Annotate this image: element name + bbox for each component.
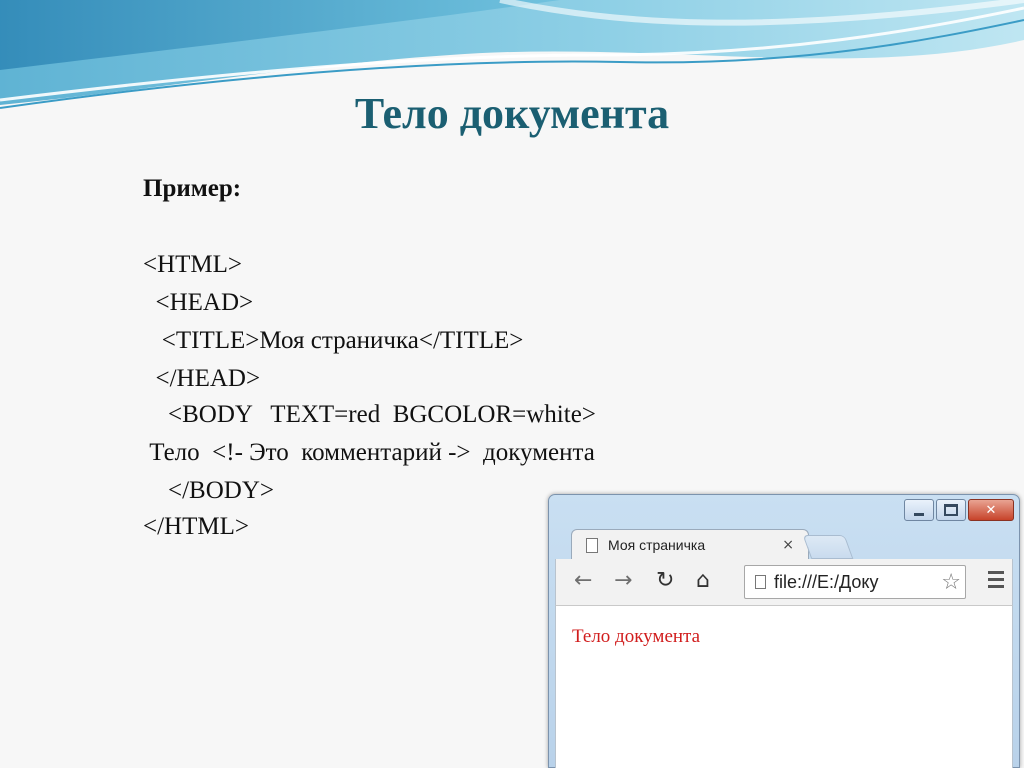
code-line: <BODY TEXT=red BGCOLOR=white> — [143, 401, 596, 428]
home-icon[interactable]: ⌂ — [696, 569, 710, 593]
page-body-text: Тело документа — [572, 626, 701, 647]
code-line: <TITLE>Моя страничка</TITLE> — [143, 327, 524, 354]
forward-arrow-icon[interactable]: → — [614, 569, 632, 593]
close-icon: ✕ — [985, 502, 997, 518]
minimize-button[interactable] — [904, 499, 934, 521]
maximize-button[interactable] — [936, 499, 966, 521]
address-text: file:///E:/Доку — [774, 571, 879, 592]
browser-toolbar: ← → ↻ ⌂ file:///E:/Доку ☆ — [555, 559, 1013, 605]
browser-window: ✕ Моя страничка × ← → ↻ ⌂ file:///E:/Док… — [548, 494, 1020, 768]
example-label: Пример: — [143, 175, 242, 202]
address-bar[interactable]: file:///E:/Доку ☆ — [744, 565, 966, 599]
reload-icon[interactable]: ↻ — [656, 569, 674, 593]
code-line: Тело <!- Это комментарий -> документа — [143, 439, 595, 466]
new-tab-button[interactable] — [802, 535, 854, 559]
maximize-icon — [944, 504, 958, 516]
code-line: </HEAD> — [143, 365, 261, 392]
menu-icon[interactable] — [988, 571, 1004, 592]
code-line: </BODY> — [143, 477, 274, 504]
slide-title: Тело документа — [354, 89, 670, 138]
code-line: <HTML> — [143, 251, 243, 278]
page-viewport: Тело документа — [555, 605, 1013, 768]
close-window-button[interactable]: ✕ — [968, 499, 1014, 521]
star-icon[interactable]: ☆ — [941, 570, 961, 595]
minimize-icon — [914, 512, 924, 516]
window-controls: ✕ — [902, 499, 1014, 521]
page-icon — [586, 537, 598, 553]
code-line: </HTML> — [143, 513, 249, 540]
tab-close-button[interactable]: × — [782, 537, 794, 553]
tab-active[interactable]: Моя страничка × — [571, 529, 809, 560]
page-icon — [755, 575, 766, 589]
code-line: <HEAD> — [143, 289, 254, 316]
back-arrow-icon[interactable]: ← — [574, 569, 592, 593]
tab-title: Моя страничка — [608, 537, 706, 553]
